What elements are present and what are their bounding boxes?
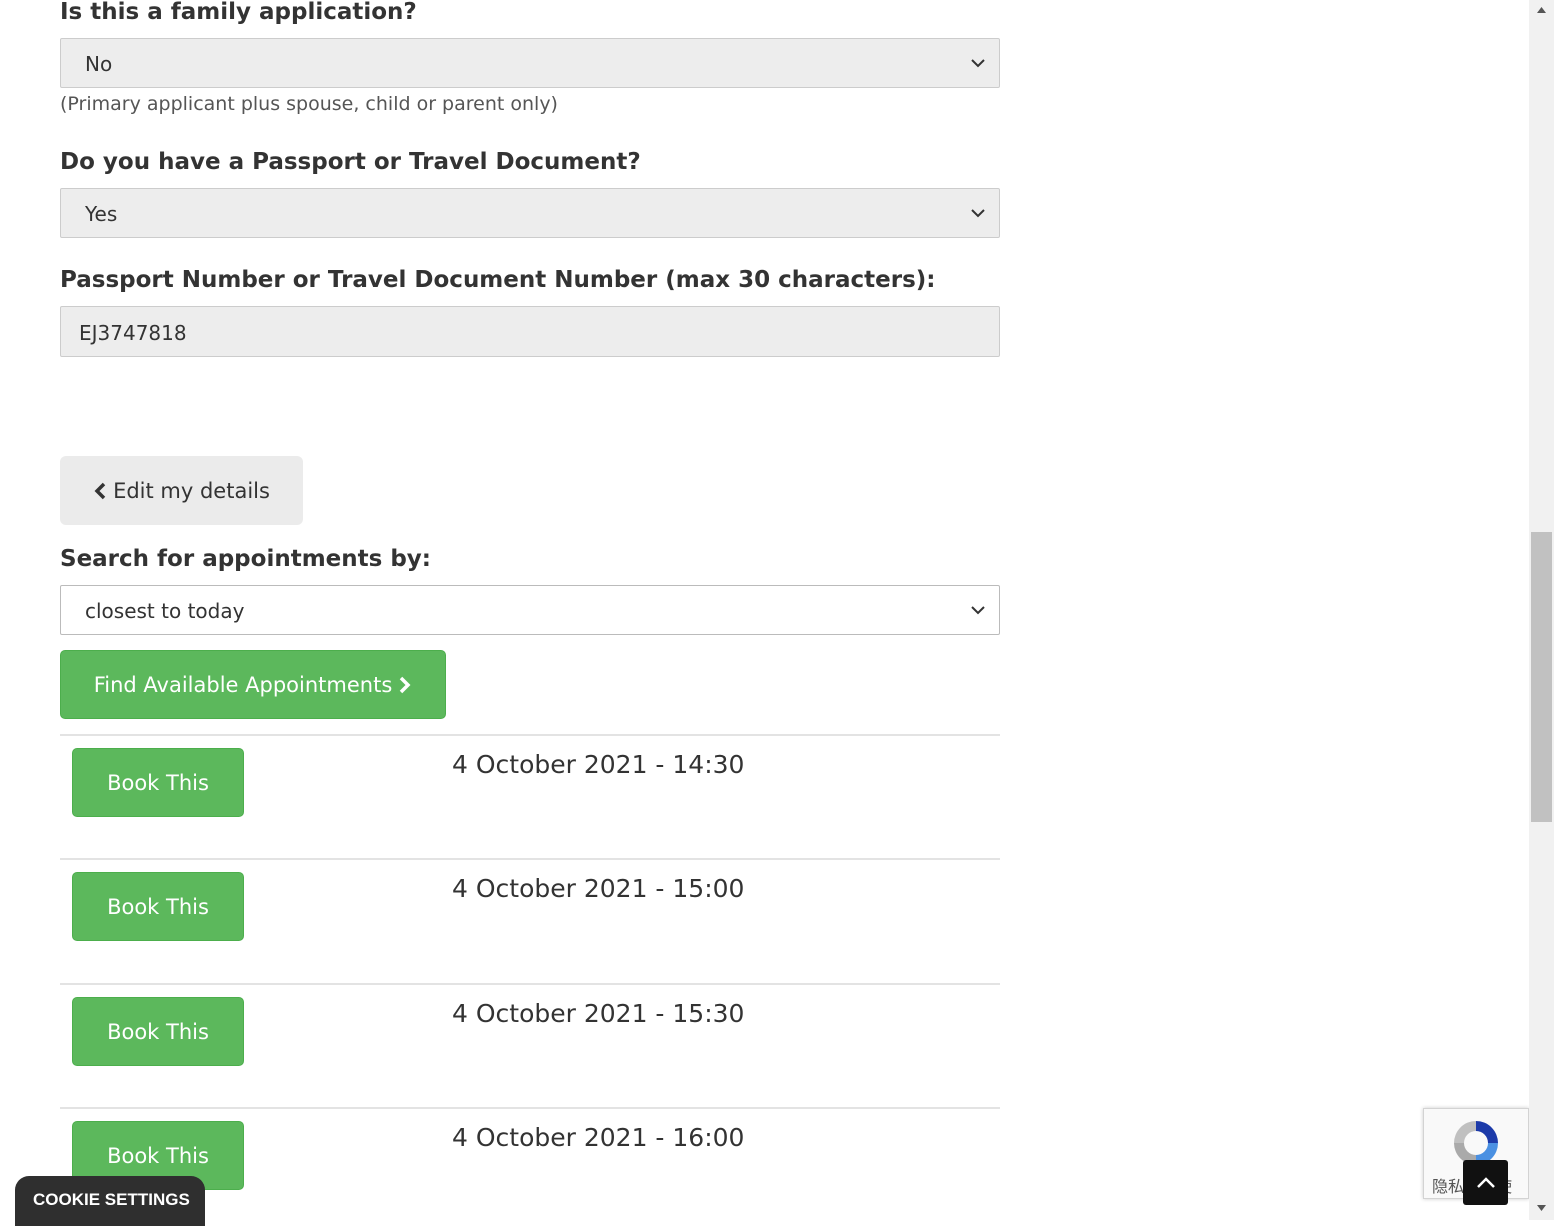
appointment-time: 4 October 2021 - 16:00	[452, 1123, 745, 1152]
search-by-select[interactable]: closest to today	[60, 585, 1000, 635]
book-this-button[interactable]: Book This	[72, 872, 244, 941]
chevron-right-icon	[400, 676, 411, 693]
search-by-value: closest to today	[85, 599, 245, 623]
passport-number-label: Passport Number or Travel Document Numbe…	[60, 267, 936, 293]
passport-select[interactable]: Yes	[60, 188, 1000, 238]
edit-details-label: Edit my details	[113, 478, 270, 503]
passport-question-label: Do you have a Passport or Travel Documen…	[60, 149, 641, 175]
scroll-up-arrow-icon	[1537, 7, 1546, 13]
book-this-label: Book This	[107, 894, 209, 919]
passport-select-value: Yes	[85, 202, 118, 226]
book-this-label: Book This	[107, 1143, 209, 1168]
scrollbar-thumb[interactable]	[1531, 532, 1552, 822]
find-appointments-button[interactable]: Find Available Appointments	[60, 650, 446, 719]
edit-details-button[interactable]: Edit my details	[60, 456, 303, 525]
book-this-label: Book This	[107, 770, 209, 795]
divider	[60, 734, 1000, 736]
family-application-help: (Primary applicant plus spouse, child or…	[60, 93, 558, 115]
book-this-label: Book This	[107, 1019, 209, 1044]
appointment-time: 4 October 2021 - 15:30	[452, 999, 745, 1028]
book-this-button[interactable]: Book This	[72, 748, 244, 817]
search-by-label: Search for appointments by:	[60, 546, 431, 572]
family-application-value: No	[85, 52, 113, 76]
chevron-down-icon	[971, 606, 985, 615]
scroll-down-arrow-icon	[1537, 1205, 1546, 1211]
chevron-up-icon	[1476, 1176, 1495, 1188]
appointment-time: 4 October 2021 - 15:00	[452, 874, 745, 903]
passport-number-value: EJ3747818	[79, 321, 187, 345]
cookie-settings-button[interactable]: COOKIE SETTINGS	[15, 1176, 205, 1226]
chevron-down-icon	[971, 59, 985, 68]
book-this-button[interactable]: Book This	[72, 997, 244, 1066]
family-application-label: Is this a family application?	[60, 0, 417, 25]
find-appointments-label: Find Available Appointments	[93, 672, 393, 697]
chevron-down-icon	[971, 209, 985, 218]
divider	[60, 983, 1000, 985]
passport-number-input[interactable]: EJ3747818	[60, 306, 1000, 357]
divider	[60, 858, 1000, 860]
appointment-time: 4 October 2021 - 14:30	[452, 750, 745, 779]
back-to-top-button[interactable]	[1463, 1160, 1508, 1205]
divider	[60, 1107, 1000, 1109]
chevron-left-icon	[94, 482, 106, 499]
family-application-select[interactable]: No	[60, 38, 1000, 88]
